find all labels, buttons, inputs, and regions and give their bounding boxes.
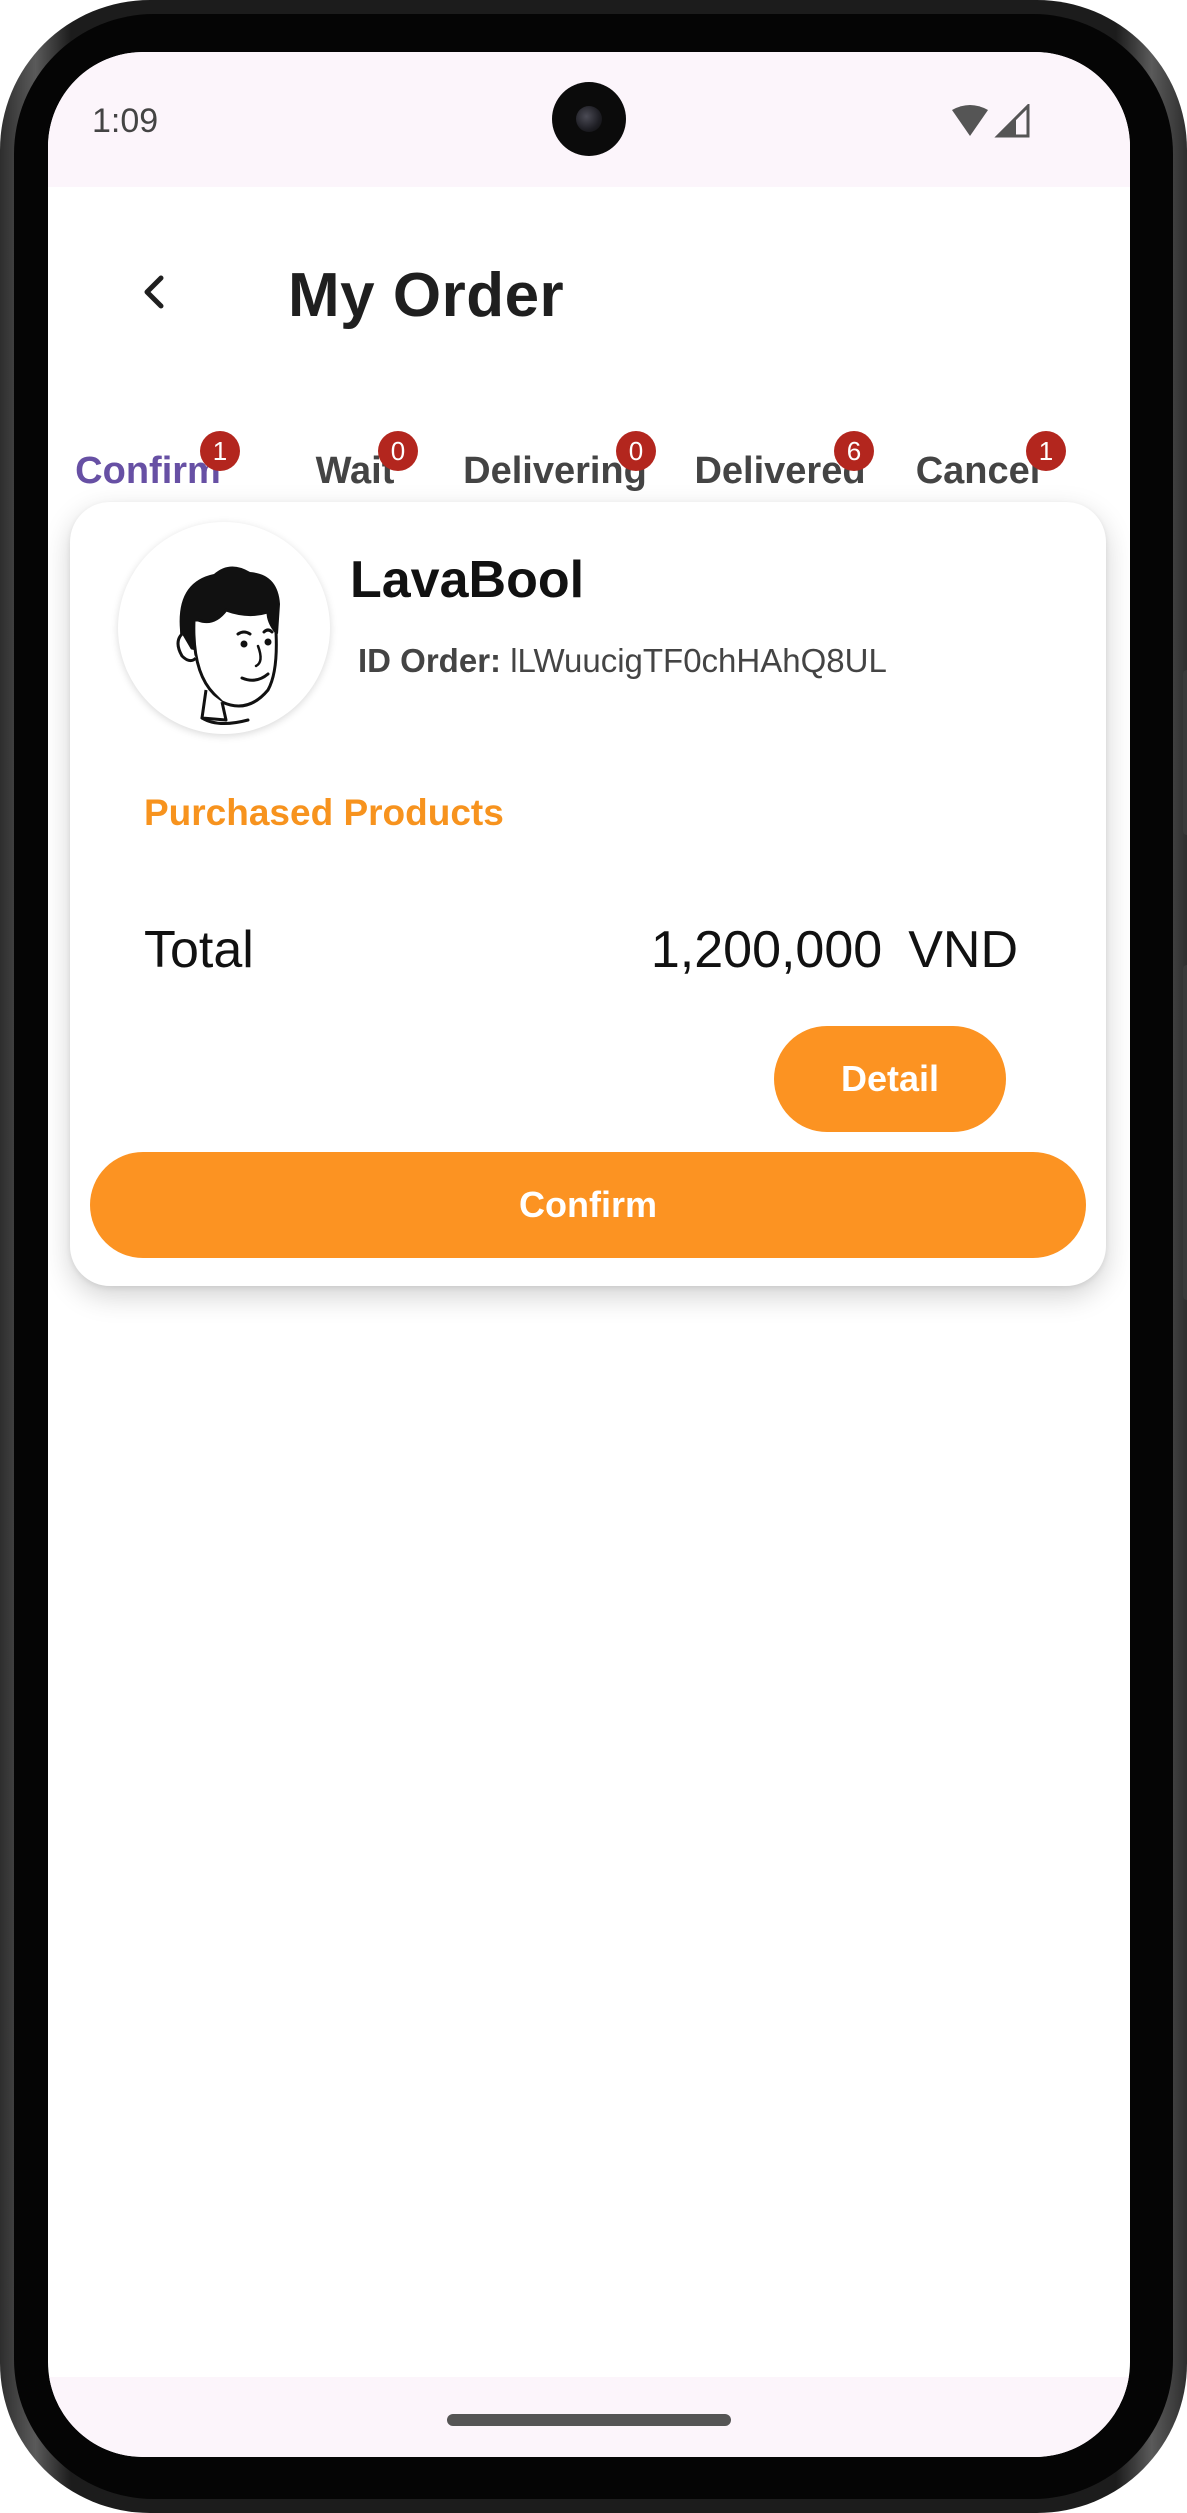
total-value: 1,200,000 VND xyxy=(651,920,1018,980)
back-button[interactable] xyxy=(124,262,184,322)
purchased-products-title: Purchased Products xyxy=(144,792,504,833)
avatar-illustration xyxy=(176,566,280,725)
avatar xyxy=(118,522,330,734)
screen: 1:09 My Order Confirm 1 Wait 0 Deliverin… xyxy=(48,52,1130,2457)
front-camera xyxy=(552,82,626,156)
tab-badge: 1 xyxy=(1026,431,1066,471)
wifi-icon xyxy=(952,105,988,136)
total-label: Total xyxy=(144,921,254,979)
tab-badge: 0 xyxy=(616,431,656,471)
phone-frame: 1:09 My Order Confirm 1 Wait 0 Deliverin… xyxy=(0,0,1187,2513)
signal-icon xyxy=(994,104,1030,138)
tab-label: Cancel xyxy=(915,449,1041,492)
customer-name: LavaBool xyxy=(350,551,585,609)
total-currency: VND xyxy=(908,921,1018,979)
tab-badge: 6 xyxy=(834,431,874,471)
order-card: LavaBool ID Order: lLWuucigTF0chHAhQ8UL … xyxy=(70,502,1106,1286)
volume-button xyxy=(1183,670,1187,835)
order-id-label: ID Order: xyxy=(358,642,502,679)
confirm-button[interactable]: Confirm xyxy=(90,1152,1086,1258)
detail-button[interactable]: Detail xyxy=(774,1026,1006,1132)
home-indicator[interactable] xyxy=(447,2414,731,2426)
order-id-value: lLWuucigTF0chHAhQ8UL xyxy=(510,642,887,679)
page-title: My Order xyxy=(288,261,565,330)
power-button xyxy=(1183,965,1187,1300)
status-bar: 1:09 xyxy=(48,52,1130,187)
tab-label: Confirm xyxy=(75,449,221,492)
status-time: 1:09 xyxy=(92,102,159,140)
order-id: ID Order: lLWuucigTF0chHAhQ8UL xyxy=(358,642,887,680)
tab-badge: 0 xyxy=(378,431,418,471)
status-icons xyxy=(952,104,1030,138)
tab-badge: 1 xyxy=(200,431,240,471)
total-amount: 1,200,000 xyxy=(650,921,883,979)
chevron-left-icon xyxy=(144,275,164,309)
